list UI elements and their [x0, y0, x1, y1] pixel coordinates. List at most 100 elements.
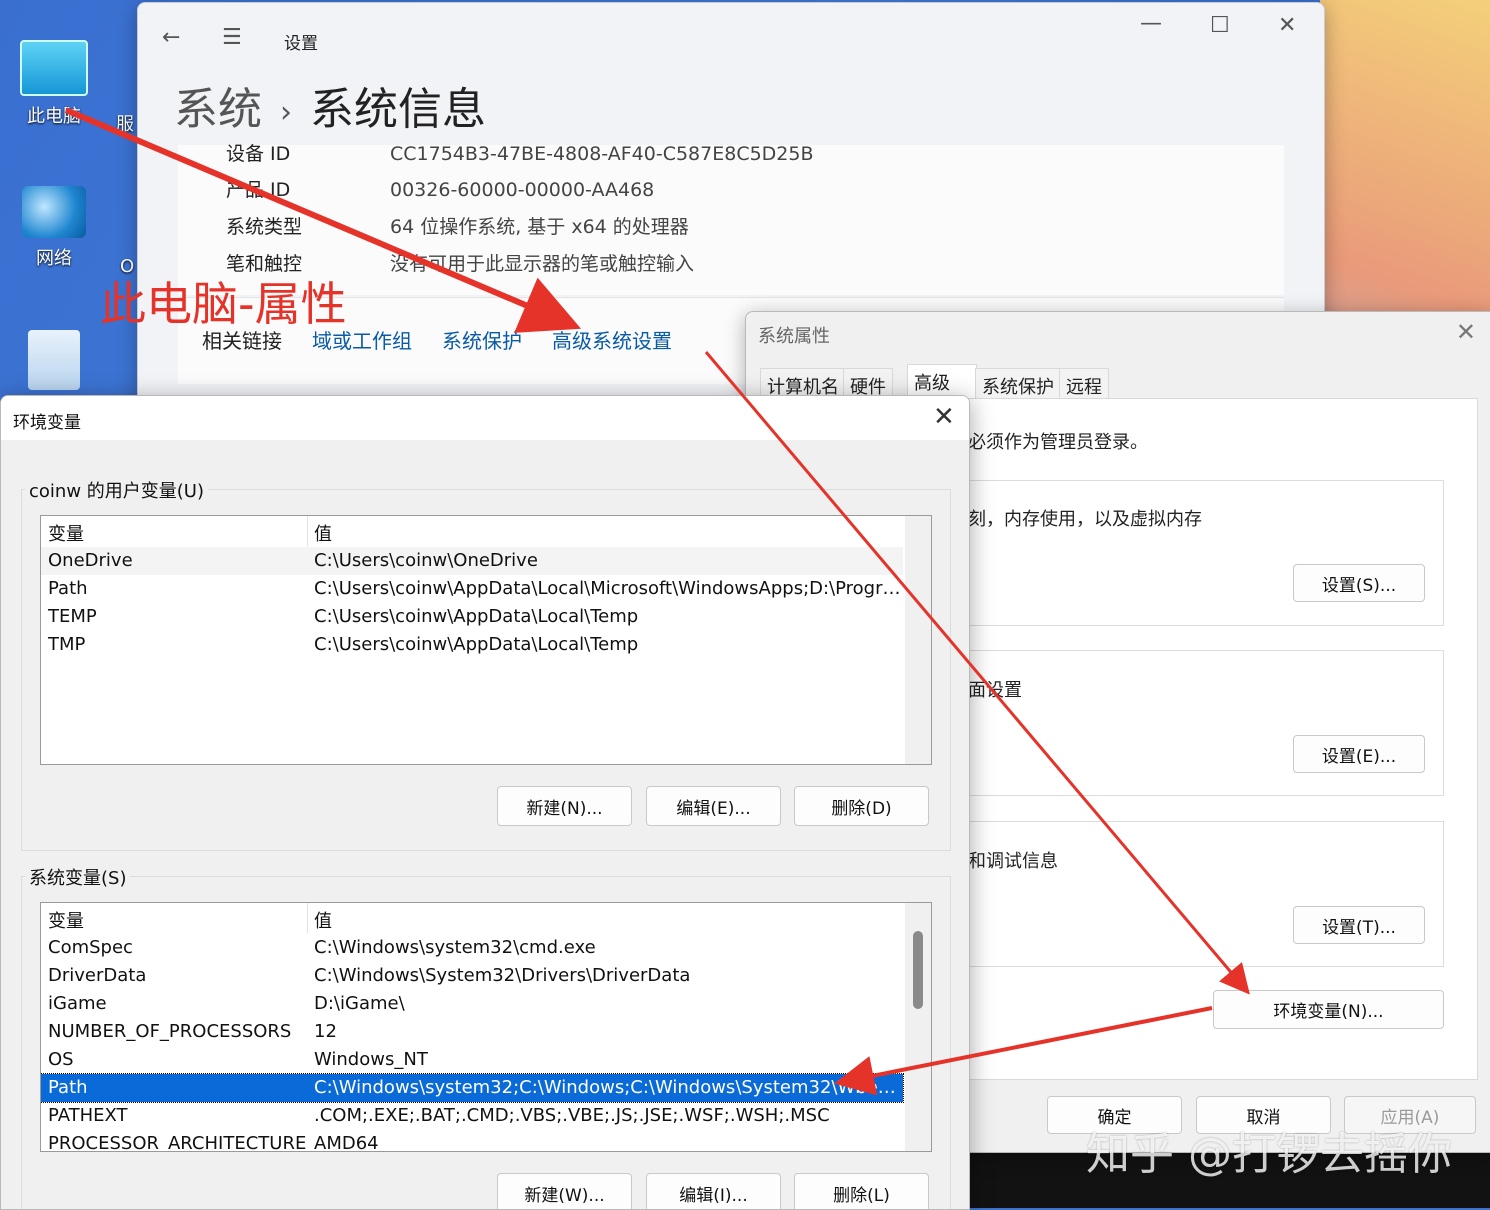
- variable-name: PROCESSOR_ARCHITECTURE: [48, 1133, 307, 1152]
- breadcrumb-parent[interactable]: 系统: [174, 84, 262, 135]
- dialog-title: 环境变量: [13, 413, 81, 433]
- variable-value: C:\Users\coinw\AppData\Local\Temp: [314, 634, 639, 655]
- dialog-title: 系统属性: [758, 326, 830, 347]
- variable-name: PATHEXT: [48, 1105, 128, 1126]
- menu-button[interactable]: ☰: [222, 25, 242, 50]
- variable-name: NUMBER_OF_PROCESSORS: [48, 1021, 292, 1042]
- variable-value: C:\Windows\System32\Drivers\DriverData: [314, 965, 691, 986]
- breadcrumb: 系统 › 系统信息: [174, 73, 486, 137]
- info-value: 00326-60000-00000-AA468: [390, 179, 655, 201]
- user-edit-button[interactable]: 编辑(E)...: [646, 786, 781, 826]
- maximize-button[interactable]: ☐: [1210, 13, 1230, 38]
- desktop-icon-label: 网络: [36, 248, 72, 269]
- list-item[interactable]: TMP C:\Users\coinw\AppData\Local\Temp: [41, 631, 903, 659]
- system-variables-list[interactable]: 变量 值 ComSpec C:\Windows\system32\cmd.exe…: [40, 902, 932, 1152]
- user-delete-button[interactable]: 删除(D): [794, 786, 929, 826]
- variable-name: DriverData: [48, 965, 147, 986]
- environment-variables-dialog: 环境变量 ✕ coinw 的用户变量(U) 变量 值 OneDrive C:\U…: [0, 395, 970, 1210]
- variable-name: TMP: [48, 634, 86, 655]
- info-value: CC1754B3-47BE-4808-AF40-C587E8C5D25B: [390, 143, 814, 165]
- list-item[interactable]: ComSpec C:\Windows\system32\cmd.exe: [41, 934, 903, 962]
- list-item[interactable]: DriverData C:\Windows\System32\Drivers\D…: [41, 962, 903, 990]
- scrollbar-thumb[interactable]: [913, 931, 923, 1009]
- variable-name: Path: [48, 578, 88, 599]
- system-variables-label: 系统变量(S): [25, 864, 131, 890]
- info-key: 系统类型: [226, 216, 303, 238]
- variable-name: OneDrive: [48, 550, 133, 571]
- variable-name: OS: [48, 1049, 74, 1070]
- variable-value: 12: [314, 1021, 337, 1042]
- column-header-value[interactable]: 值: [314, 907, 332, 933]
- system-delete-button[interactable]: 删除(L): [794, 1173, 929, 1209]
- user-profiles-description: 面设置: [968, 680, 1022, 701]
- close-icon[interactable]: ✕: [1456, 318, 1476, 346]
- column-header-name[interactable]: 变量: [48, 520, 84, 546]
- dialog-titlebar: [1, 396, 969, 440]
- info-value: 64 位操作系统, 基于 x64 的处理器: [390, 216, 689, 238]
- startup-recovery-description: 和调试信息: [968, 851, 1058, 872]
- variable-name: iGame: [48, 993, 107, 1014]
- back-button[interactable]: ←: [162, 25, 180, 50]
- info-row-product-id: 产品 ID 00326-60000-00000-AA468: [226, 175, 654, 202]
- column-header-name[interactable]: 变量: [48, 907, 84, 933]
- info-value: 没有可用于此显示器的笔或触控输入: [390, 253, 695, 275]
- list-item[interactable]: OS Windows_NT: [41, 1046, 903, 1074]
- list-header: 变量 值: [41, 903, 903, 933]
- window-title: 设置: [284, 34, 318, 54]
- annotation-label: 此电脑-属性: [100, 277, 347, 331]
- desktop-icon-recycle-bin[interactable]: [4, 330, 104, 396]
- scrollbar[interactable]: [905, 903, 931, 1151]
- recycle-bin-icon: [28, 330, 80, 390]
- user-variables-label: coinw 的用户变量(U): [25, 477, 208, 503]
- variable-value: C:\Windows\system32\cmd.exe: [314, 937, 596, 958]
- close-icon[interactable]: ✕: [933, 402, 955, 432]
- user-variables-list[interactable]: 变量 值 OneDrive C:\Users\coinw\OneDrive Pa…: [40, 515, 932, 765]
- user-profiles-settings-button[interactable]: 设置(E)...: [1293, 735, 1425, 773]
- list-item[interactable]: NUMBER_OF_PROCESSORS 12: [41, 1018, 903, 1046]
- list-item[interactable]: PATHEXT .COM;.EXE;.BAT;.CMD;.VBS;.VBE;.J…: [41, 1102, 903, 1130]
- system-new-button[interactable]: 新建(W)...: [497, 1173, 632, 1209]
- performance-settings-button[interactable]: 设置(S)...: [1293, 564, 1425, 602]
- system-edit-button[interactable]: 编辑(I)...: [646, 1173, 781, 1209]
- desktop-icon-label: 此电脑: [27, 106, 81, 127]
- desktop-icon-this-pc[interactable]: 此电脑: [4, 40, 104, 128]
- close-button[interactable]: ✕: [1278, 13, 1296, 38]
- list-item[interactable]: Path C:\Users\coinw\AppData\Local\Micros…: [41, 575, 903, 603]
- link-system-protection[interactable]: 系统保护: [442, 329, 522, 353]
- variable-value: AMD64: [314, 1133, 379, 1152]
- monitor-icon: [20, 40, 88, 96]
- info-key: 设备 ID: [226, 143, 291, 165]
- list-item[interactable]: TEMP C:\Users\coinw\AppData\Local\Temp: [41, 603, 903, 631]
- list-item[interactable]: PROCESSOR_ARCHITECTURE AMD64: [41, 1130, 903, 1152]
- chevron-right-icon: ›: [280, 94, 292, 130]
- list-item[interactable]: iGame D:\iGame\: [41, 990, 903, 1018]
- page-title: 系统信息: [310, 84, 486, 135]
- link-advanced-system-settings[interactable]: 高级系统设置: [552, 329, 672, 353]
- performance-description: 刻，内存使用，以及虚拟内存: [968, 509, 1202, 530]
- user-new-button[interactable]: 新建(N)...: [497, 786, 632, 826]
- variable-name: TEMP: [48, 606, 97, 627]
- variable-name: Path: [48, 1077, 88, 1098]
- list-item-selected[interactable]: Path C:\Windows\system32;C:\Windows;C:\W…: [41, 1073, 904, 1103]
- startup-recovery-settings-button[interactable]: 设置(T)...: [1293, 906, 1425, 944]
- column-header-value[interactable]: 值: [314, 520, 332, 546]
- minimize-button[interactable]: —: [1140, 11, 1162, 36]
- variable-value: D:\iGame\: [314, 993, 405, 1014]
- info-key: 产品 ID: [226, 179, 291, 201]
- variable-value: C:\Users\coinw\AppData\Local\Temp: [314, 606, 639, 627]
- desktop-icon-network[interactable]: 网络: [4, 186, 104, 270]
- network-globe-icon: [22, 186, 86, 238]
- variable-value: C:\Users\coinw\OneDrive: [314, 550, 538, 571]
- scrollbar[interactable]: [905, 516, 931, 764]
- environment-variables-button[interactable]: 环境变量(N)...: [1213, 990, 1444, 1029]
- variable-value: .COM;.EXE;.BAT;.CMD;.VBS;.VBE;.JS;.JSE;.…: [314, 1105, 830, 1126]
- info-row-device-id: 设备 ID CC1754B3-47BE-4808-AF40-C587E8C5D25…: [226, 139, 814, 166]
- variable-value: Windows_NT: [314, 1049, 428, 1070]
- variable-value: C:\Users\coinw\AppData\Local\Microsoft\W…: [314, 578, 902, 599]
- admin-note: 必须作为管理员登录。: [968, 432, 1148, 453]
- column-divider[interactable]: [307, 903, 308, 933]
- info-row-system-type: 系统类型 64 位操作系统, 基于 x64 的处理器: [226, 212, 689, 239]
- column-divider[interactable]: [307, 516, 308, 546]
- list-item[interactable]: OneDrive C:\Users\coinw\OneDrive: [41, 547, 903, 575]
- desktop-peek-label: 服: [116, 114, 134, 135]
